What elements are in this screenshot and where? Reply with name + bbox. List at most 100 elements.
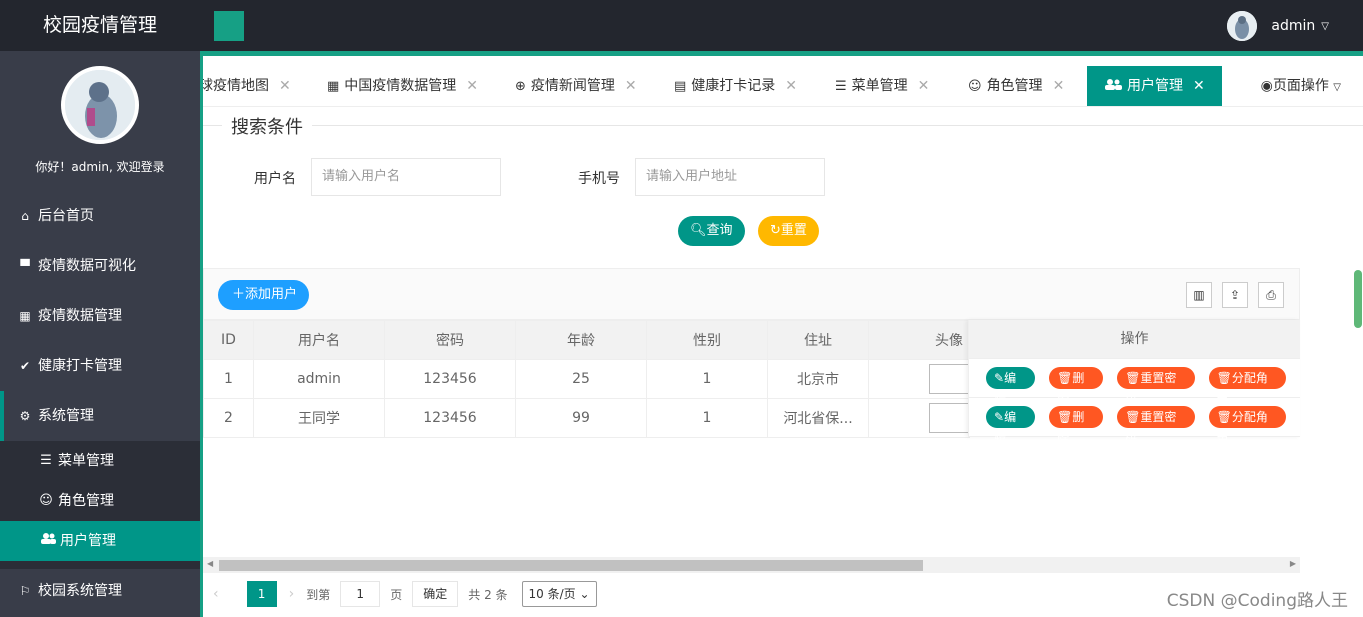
export-icon[interactable]: ⇪ bbox=[1222, 282, 1248, 308]
scroll-left-icon[interactable]: ◀ bbox=[207, 559, 213, 568]
horizontal-scrollbar[interactable]: ◀ ▶ bbox=[203, 557, 1300, 573]
sidebar-item-data[interactable]: ▦ 疫情数据管理 bbox=[0, 291, 200, 341]
edit-button[interactable]: ✎编辑 bbox=[986, 406, 1036, 446]
sidebar-item-visualization[interactable]: ▀ 疫情数据可视化 bbox=[0, 241, 200, 291]
table-row[interactable]: 1 admin 123456 25 1 北京市 bbox=[203, 359, 970, 399]
page-confirm-button[interactable]: 确定 bbox=[412, 581, 459, 607]
list-icon: ☰ bbox=[835, 79, 847, 94]
cell-age: 25 bbox=[515, 359, 647, 399]
chevron-down-icon: ▽ bbox=[1333, 82, 1341, 93]
gear-icon: ⚙ bbox=[19, 409, 31, 423]
tab-world-map[interactable]: 球疫情地图 ✕ bbox=[203, 66, 291, 106]
close-icon[interactable]: ✕ bbox=[466, 78, 478, 94]
table-row[interactable]: 2 王同学 123456 99 1 河北省保... bbox=[203, 398, 970, 438]
target-icon: ◉ bbox=[1260, 78, 1273, 94]
phone-input[interactable]: 请输入用户地址 bbox=[635, 158, 825, 196]
close-icon[interactable]: ✕ bbox=[625, 78, 637, 94]
page-number-current[interactable]: 1 bbox=[246, 581, 277, 607]
sidebar-item-label: 疫情数据管理 bbox=[38, 308, 122, 324]
close-icon[interactable]: ✕ bbox=[918, 78, 930, 94]
sidebar-item-health[interactable]: ✔ 健康打卡管理 bbox=[0, 341, 200, 391]
delete-button[interactable]: 🗑︎删除 bbox=[1049, 406, 1104, 446]
scroll-thumb[interactable] bbox=[219, 560, 923, 571]
broken-image-icon bbox=[929, 403, 969, 433]
edit-button[interactable]: ✎编辑 bbox=[986, 367, 1036, 407]
tab-users[interactable]: 用户管理 ✕ bbox=[1087, 66, 1222, 106]
close-icon[interactable]: ✕ bbox=[1053, 78, 1065, 94]
cell-id: 2 bbox=[203, 398, 254, 438]
prev-page-icon[interactable]: ‹ bbox=[213, 586, 219, 602]
sidebar-item-label: 后台首页 bbox=[38, 208, 94, 224]
cell-age: 99 bbox=[515, 398, 647, 438]
sidebar-item-roles[interactable]: ☺ 角色管理 bbox=[0, 481, 200, 521]
tab-roles[interactable]: ☺ 角色管理 ✕ bbox=[968, 66, 1065, 106]
reset-password-label: 重置密码 bbox=[1125, 410, 1177, 446]
tab-news[interactable]: ⊕ 疫情新闻管理 ✕ bbox=[515, 66, 637, 106]
sidebar-item-system[interactable]: ⚙ 系统管理 bbox=[0, 391, 200, 441]
page-size-select[interactable]: 10 条/页 ⌄ bbox=[521, 581, 597, 607]
sidebar-item-home[interactable]: ⌂ 后台首页 bbox=[0, 191, 200, 241]
tab-menus[interactable]: ☰ 菜单管理 ✕ bbox=[835, 66, 930, 106]
table-header-row: ID 用户名 密码 年龄 性别 住址 头像 bbox=[203, 320, 970, 360]
cell-password: 123456 bbox=[384, 398, 516, 438]
tab-health-records[interactable]: ▤ 健康打卡记录 ✕ bbox=[674, 66, 797, 106]
page-jump-input[interactable]: 1 bbox=[340, 581, 381, 607]
col-password: 密码 bbox=[384, 320, 516, 360]
username-input[interactable]: 请输入用户名 bbox=[311, 158, 501, 196]
next-page-icon[interactable]: › bbox=[289, 586, 295, 602]
collapse-sidebar-button[interactable] bbox=[214, 11, 244, 41]
close-icon[interactable]: ✕ bbox=[785, 78, 797, 94]
col-avatar: 头像 bbox=[868, 320, 970, 360]
delete-button[interactable]: 🗑︎删除 bbox=[1049, 367, 1104, 407]
greeting-text: 你好！admin, 欢迎登录 bbox=[35, 160, 165, 174]
grid-icon: ▦ bbox=[19, 309, 31, 323]
sidebar: 你好！admin, 欢迎登录 ⌂ 后台首页 ▀ 疫情数据可视化 ▦ 疫情数据管理… bbox=[0, 51, 200, 617]
tab-label: 球疫情地图 bbox=[203, 78, 269, 94]
tab-china-data[interactable]: ▦ 中国疫情数据管理 ✕ bbox=[327, 66, 478, 106]
home-icon: ⌂ bbox=[21, 209, 29, 223]
tab-label: 中国疫情数据管理 bbox=[344, 78, 457, 94]
assign-role-button[interactable]: 🗑︎分配角色 bbox=[1208, 367, 1286, 407]
user-menu[interactable]: admin ▽ bbox=[1227, 11, 1329, 41]
col-age: 年龄 bbox=[515, 320, 647, 360]
close-icon[interactable]: ✕ bbox=[1193, 78, 1205, 94]
cell-username: admin bbox=[253, 359, 385, 399]
assign-role-button[interactable]: 🗑︎分配角色 bbox=[1208, 406, 1286, 446]
calendar-icon: ▤ bbox=[674, 79, 687, 94]
vertical-scrollbar[interactable] bbox=[1354, 270, 1362, 328]
tab-label: 菜单管理 bbox=[851, 78, 908, 94]
sidebar-item-menus[interactable]: ☰ 菜单管理 bbox=[0, 441, 200, 481]
plus-icon: ＋ bbox=[232, 287, 246, 302]
cell-gender: 1 bbox=[646, 359, 768, 399]
reset-password-button[interactable]: 🗑︎重置密码 bbox=[1117, 367, 1195, 407]
app-title: 校园疫情管理 bbox=[42, 14, 157, 36]
username-label: 用户名 bbox=[254, 171, 296, 187]
close-icon[interactable]: ✕ bbox=[279, 78, 291, 94]
columns-icon[interactable]: ▥ bbox=[1186, 282, 1212, 308]
page-operations-menu[interactable]: ◉页面操作 ▽ bbox=[1260, 66, 1341, 106]
check-shield-icon: ✔ bbox=[19, 359, 31, 373]
sidebar-item-label: 校园系统管理 bbox=[38, 583, 122, 599]
monitor-icon: ▀ bbox=[20, 259, 30, 273]
page-unit-label: 页 bbox=[390, 587, 403, 602]
col-gender: 性别 bbox=[646, 320, 768, 360]
ops-row: ✎编辑 🗑︎删除 🗑︎重置密码 🗑︎分配角色 bbox=[969, 359, 1300, 407]
pagination: ‹ 1 › 到第 1 页 确定 共 2 条 10 条/页 ⌄ bbox=[213, 580, 597, 608]
assign-role-label: 分配角色 bbox=[1216, 410, 1268, 446]
sidebar-item-label: 健康打卡管理 bbox=[38, 358, 122, 374]
top-header: 校园疫情管理 admin ▽ bbox=[0, 0, 1363, 51]
query-button[interactable]: 🔍︎查询 bbox=[678, 216, 745, 246]
scroll-right-icon[interactable]: ▶ bbox=[1290, 559, 1296, 568]
add-user-label: 添加用户 bbox=[245, 287, 298, 302]
cell-avatar bbox=[868, 359, 970, 399]
sidebar-item-users[interactable]: 用户管理 bbox=[0, 521, 200, 561]
print-icon[interactable]: ⎙ bbox=[1258, 282, 1284, 308]
user-table: ID 用户名 密码 年龄 性别 住址 头像 1 admin 123456 25 … bbox=[203, 320, 970, 438]
sidebar-item-label: 系统管理 bbox=[38, 408, 94, 424]
reset-button[interactable]: ↻重置 bbox=[758, 216, 819, 246]
tab-label: 健康打卡记录 bbox=[691, 78, 776, 94]
users-icon bbox=[1104, 79, 1122, 94]
reset-password-button[interactable]: 🗑︎重置密码 bbox=[1117, 406, 1195, 446]
sidebar-item-campus[interactable]: ⚐ 校园系统管理 bbox=[0, 569, 200, 613]
add-user-button[interactable]: ＋添加用户 bbox=[218, 280, 310, 310]
